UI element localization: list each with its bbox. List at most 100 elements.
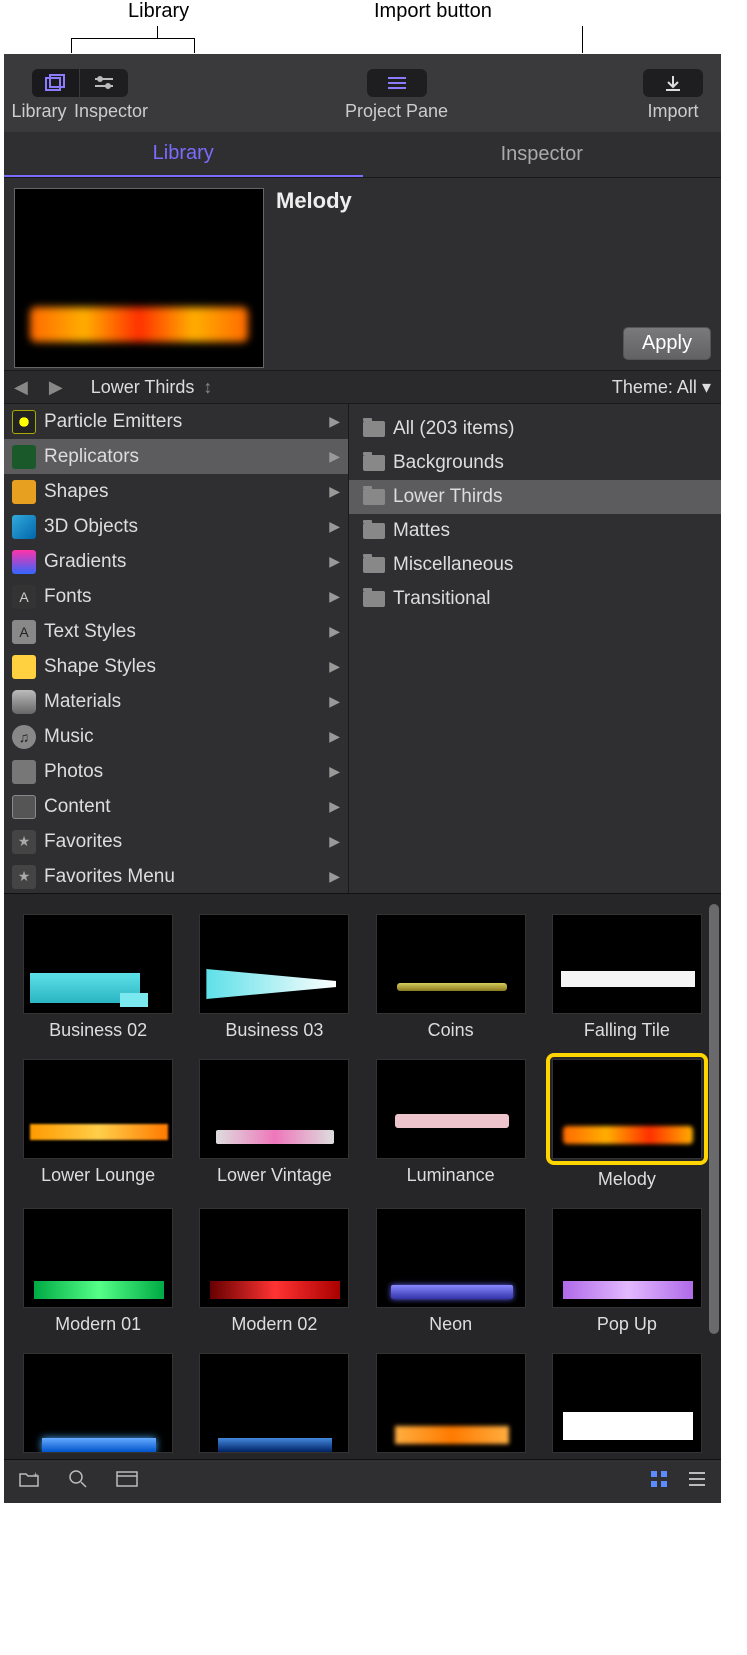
thumbnail-item[interactable]: Business 02 <box>14 908 182 1041</box>
category-icon <box>12 655 36 679</box>
preview-title: Melody <box>276 188 711 214</box>
chevron-right-icon: ▶ <box>329 798 340 815</box>
tab-inspector[interactable]: Inspector <box>363 132 722 177</box>
folder-column[interactable]: All (203 items) Backgrounds Lower ThirdsMa… <box>349 404 721 893</box>
category-row[interactable]: Photos▶ <box>4 754 348 789</box>
thumbnail-item[interactable]: Lower Lounge <box>14 1053 182 1190</box>
nav-back-forward[interactable]: ◀ ▶ <box>14 377 71 398</box>
library-toggle-button[interactable] <box>32 69 80 97</box>
category-icon: ★ <box>12 865 36 889</box>
chevron-right-icon: ▶ <box>329 553 340 570</box>
list-view-icon[interactable] <box>687 1469 707 1495</box>
category-row[interactable]: AFonts▶ <box>4 579 348 614</box>
footer-bar: + <box>4 1459 721 1503</box>
category-row[interactable]: Content▶ <box>4 789 348 824</box>
thumbnail-item[interactable] <box>190 1347 358 1459</box>
import-button[interactable] <box>643 69 703 97</box>
category-row[interactable]: Shape Styles▶ <box>4 649 348 684</box>
category-row[interactable]: ★Favorites Menu▶ <box>4 859 348 893</box>
category-row[interactable]: ♫Music▶ <box>4 719 348 754</box>
thumbnail-item[interactable]: Modern 02 <box>190 1202 358 1335</box>
folder-label: Backgrounds <box>393 452 504 474</box>
search-icon[interactable] <box>68 1469 88 1495</box>
category-row[interactable]: AText Styles▶ <box>4 614 348 649</box>
category-icon <box>12 515 36 539</box>
folder-row[interactable]: Mattes <box>349 514 721 548</box>
thumbnail-item[interactable]: Luminance <box>367 1053 535 1190</box>
thumbnail-item[interactable]: Falling Tile <box>543 908 711 1041</box>
thumbnail-item[interactable]: Pop Up <box>543 1202 711 1335</box>
category-row[interactable]: Particle Emitters ▶ <box>4 404 348 439</box>
category-label: Music <box>44 726 94 748</box>
callout-overlay: Library Import button <box>0 0 747 54</box>
category-row[interactable]: ★Favorites▶ <box>4 824 348 859</box>
nav-breadcrumb[interactable]: Lower Thirds <box>91 377 195 398</box>
category-label: Photos <box>44 761 103 783</box>
category-icon <box>12 760 36 784</box>
category-row[interactable]: Replicators▶ <box>4 439 348 474</box>
thumbnail-item[interactable]: Neon <box>367 1202 535 1335</box>
thumbnail-item[interactable] <box>14 1347 182 1459</box>
category-row[interactable]: 3D Objects▶ <box>4 509 348 544</box>
category-icon <box>12 550 36 574</box>
project-pane-button[interactable] <box>367 69 427 97</box>
category-icon: A <box>12 585 36 609</box>
thumbnail-label: Modern 01 <box>55 1314 141 1335</box>
import-label: Import <box>641 101 705 122</box>
callout-import-label: Import button <box>374 0 492 23</box>
chevron-right-icon: ▶ <box>329 658 340 675</box>
library-inspector-toggle[interactable] <box>32 69 128 97</box>
thumbnail-image <box>199 1059 349 1159</box>
panel-tabs: Library Inspector <box>4 132 721 178</box>
thumbnail-item[interactable]: Modern 01 <box>14 1202 182 1335</box>
thumbnail-item[interactable]: Melody <box>543 1053 711 1190</box>
folder-row[interactable]: Transitional <box>349 582 721 616</box>
inspector-toggle-button[interactable] <box>80 69 128 97</box>
apply-button[interactable]: Apply <box>623 327 711 360</box>
thumbnail-image <box>23 914 173 1014</box>
tab-library[interactable]: Library <box>4 132 363 177</box>
thumbnail-item[interactable] <box>543 1347 711 1459</box>
scrollbar-thumb[interactable] <box>709 904 719 1334</box>
thumbnail-image <box>23 1208 173 1308</box>
theme-value: All <box>677 377 697 397</box>
thumbnail-item[interactable]: Business 03 <box>190 908 358 1041</box>
nav-sort-icon[interactable]: ↕ <box>198 377 212 398</box>
category-label: Materials <box>44 691 121 713</box>
category-row[interactable]: Shapes▶ <box>4 474 348 509</box>
chevron-down-icon: ▾ <box>702 377 711 397</box>
chevron-right-icon: ▶ <box>329 588 340 605</box>
thumbnail-image <box>552 914 702 1014</box>
folder-row[interactable]: Lower Thirds <box>349 480 721 514</box>
nav-row: ◀ ▶ Lower Thirds ↕ Theme: All ▾ <box>4 370 721 404</box>
chevron-right-icon: ▶ <box>329 413 340 430</box>
thumbnail-image <box>199 914 349 1014</box>
thumbnail-item[interactable] <box>367 1347 535 1459</box>
chevron-right-icon: ▶ <box>329 868 340 885</box>
chevron-right-icon: ▶ <box>329 518 340 535</box>
thumbnail-label: Luminance <box>407 1165 495 1186</box>
grid-view-icon[interactable] <box>649 1469 669 1495</box>
thumbnail-label: Melody <box>598 1169 656 1190</box>
new-folder-icon[interactable]: + <box>18 1470 40 1494</box>
folder-row[interactable]: Backgrounds <box>349 446 721 480</box>
category-row[interactable]: Materials▶ <box>4 684 348 719</box>
category-row[interactable]: Gradients▶ <box>4 544 348 579</box>
thumbnail-image <box>199 1353 349 1453</box>
folder-label: Transitional <box>393 588 491 610</box>
thumbnail-image <box>376 1353 526 1453</box>
folder-row[interactable]: All (203 items) <box>349 412 721 446</box>
theme-label: Theme: <box>612 377 673 397</box>
thumbnail-item[interactable]: Coins <box>367 908 535 1041</box>
category-column[interactable]: Particle Emitters ▶ Replicators▶Shapes▶3D … <box>4 404 349 893</box>
window-icon[interactable] <box>116 1470 138 1493</box>
browser-columns: Particle Emitters ▶ Replicators▶Shapes▶3D … <box>4 404 721 894</box>
folder-row[interactable]: Miscellaneous <box>349 548 721 582</box>
thumbnail-label: Pop Up <box>597 1314 657 1335</box>
thumbnail-item[interactable]: Lower Vintage <box>190 1053 358 1190</box>
category-label: Particle Emitters <box>44 411 182 433</box>
theme-filter[interactable]: Theme: All ▾ <box>612 377 711 398</box>
category-label: Text Styles <box>44 621 136 643</box>
thumbnail-grid[interactable]: Business 02Business 03CoinsFalling Tile L… <box>14 908 711 1459</box>
thumbnail-image <box>23 1059 173 1159</box>
